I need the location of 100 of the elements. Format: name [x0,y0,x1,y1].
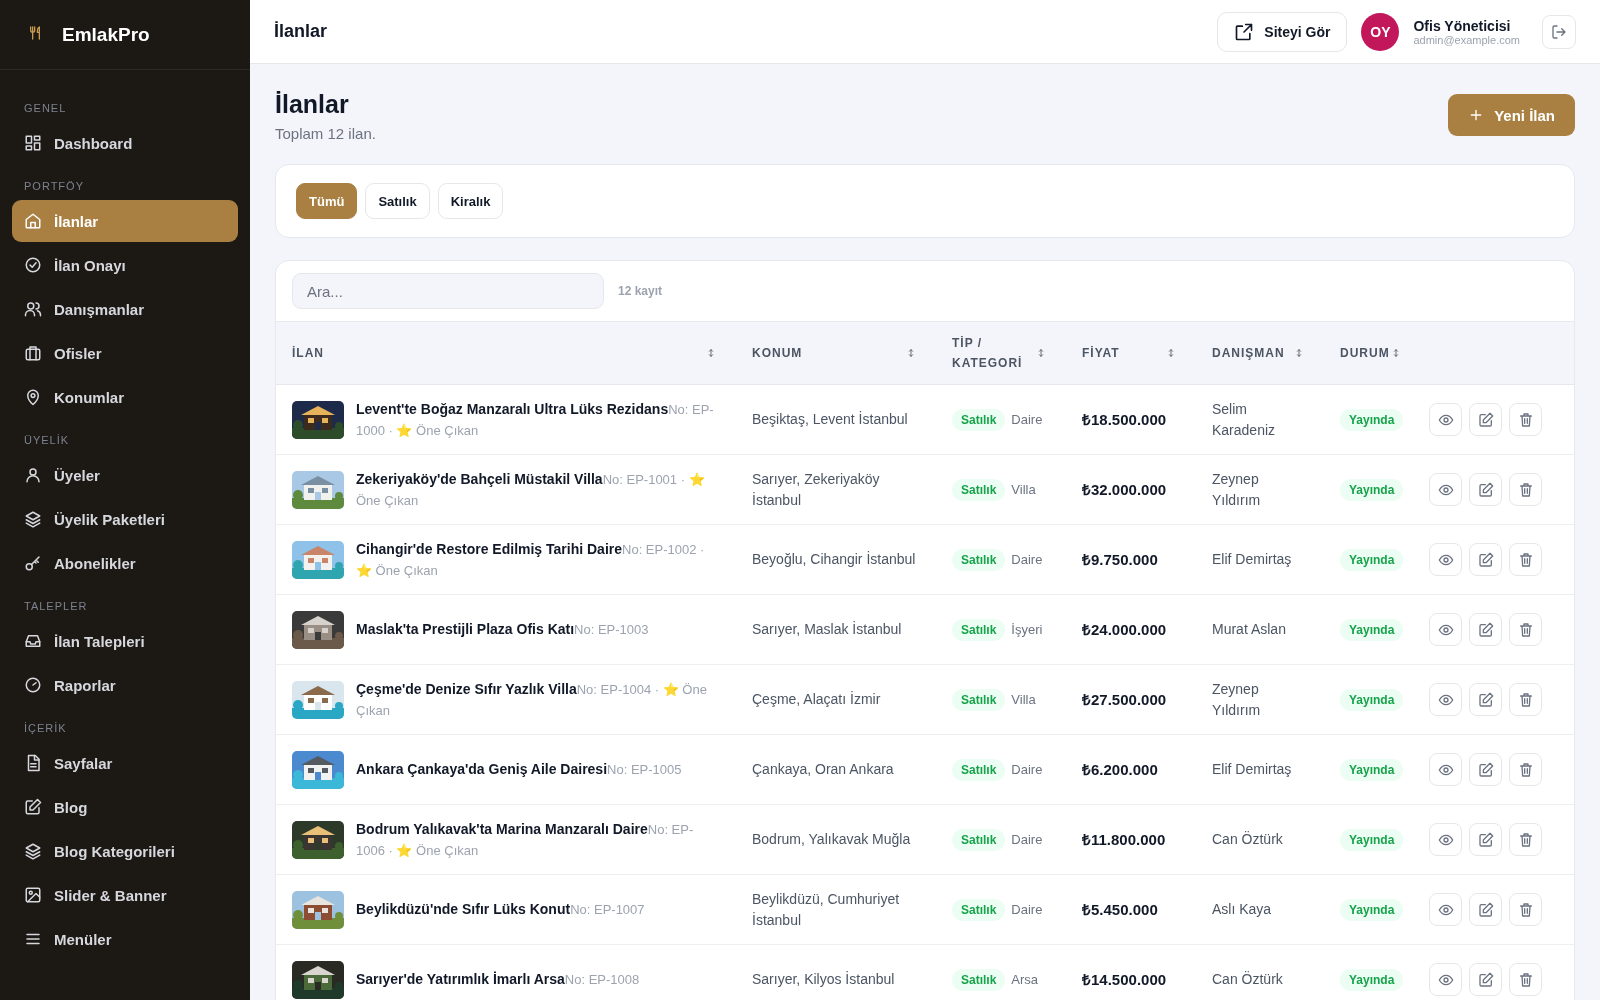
new-listing-button[interactable]: Yeni İlan [1448,94,1575,136]
category-text: Arsa [1011,972,1039,987]
delete-button[interactable] [1509,753,1542,786]
agent-cell-text: Murat Aslan [1211,620,1287,639]
delete-button[interactable] [1509,613,1542,646]
trash-icon [1517,831,1534,848]
edit-button[interactable] [1469,683,1502,716]
edit-button[interactable] [1469,543,1502,576]
sidebar-item[interactable]: İlan Talepleri [12,620,238,662]
location-cell-text: Çankaya, Oran Ankara [751,760,895,779]
delete-button[interactable] [1509,543,1542,576]
pencil-square-icon [1477,901,1494,918]
location-cell-text: Bodrum, Yalıkavak Muğla [751,830,912,849]
delete-button[interactable] [1509,683,1542,716]
layers-icon [24,842,42,860]
sidebar-item[interactable]: Konumlar [12,376,238,418]
category-text: Villa [1011,692,1036,707]
section-heading: TALEPLER [23,599,89,614]
category-text: İşyeri [1011,622,1043,637]
edit-button[interactable] [1469,753,1502,786]
price-text: ₺27.500.000 [1082,690,1167,708]
type-badge: Satılık [952,408,1006,431]
status-badge: Yayında [1340,828,1404,851]
view-button[interactable] [1429,403,1462,436]
location-cell-text: Beyoğlu, Cihangir İstanbul [751,550,917,569]
listing-title[interactable]: Beylikdüzü'nde Sıfır Lüks KonutNo: EP-1007 [356,899,645,920]
sidebar-item[interactable]: Blog [12,786,238,828]
sort-icon [1294,348,1304,358]
view-button[interactable] [1429,963,1462,996]
trash-icon [1517,691,1534,708]
view-button[interactable] [1429,613,1462,646]
listing-title[interactable]: Cihangir'de Restore Edilmiş Tarihi DaireNo: EP-1002 · ⭐ Öne Çıkan [356,538,720,581]
view-site-button[interactable]: Siteyi Gör [1217,11,1348,52]
column-header[interactable]: FİYAT [1082,343,1120,363]
delete-button[interactable] [1509,823,1542,856]
sort-icon [706,348,716,358]
status-badge: Yayında [1340,618,1404,641]
column-header[interactable]: KONUM [752,343,803,363]
view-button[interactable] [1429,823,1462,856]
view-button[interactable] [1429,473,1462,506]
listing-title[interactable]: Ankara Çankaya'da Geniş Aile DairesiNo: EP-1005 [356,759,682,780]
column-header[interactable]: DANIŞMAN [1212,343,1285,363]
check-circle-icon [24,256,42,274]
people-icon [24,300,42,318]
sidebar-item[interactable]: İlan Onayı [12,244,238,286]
edit-button[interactable] [1469,893,1502,926]
trash-icon [1517,411,1534,428]
pencil-square-icon [1477,761,1494,778]
sidebar-item[interactable]: Abonelikler [12,542,238,584]
delete-button[interactable] [1509,403,1542,436]
sidebar-item[interactable]: Raporlar [12,664,238,706]
listing-title[interactable]: Maslak'ta Prestijli Plaza Ofis KatıNo: EP-1003 [356,619,649,640]
image-icon [24,886,42,904]
edit-button[interactable] [1469,473,1502,506]
listing-title[interactable]: Bodrum Yalıkavak'ta Marina Manzaralı DaireNo: EP-1006 · ⭐ Öne Çıkan [356,818,720,861]
view-button[interactable] [1429,683,1462,716]
key-icon [24,554,42,572]
column-header[interactable]: DURUM [1340,343,1390,363]
sidebar-item[interactable]: Ofisler [12,332,238,374]
delete-button[interactable] [1509,963,1542,996]
view-button[interactable] [1429,753,1462,786]
edit-button[interactable] [1469,613,1502,646]
sidebar-item[interactable]: Üyeler [12,454,238,496]
delete-button[interactable] [1509,893,1542,926]
delete-button[interactable] [1509,473,1542,506]
filter-tab[interactable]: Tümü [296,183,358,219]
filter-tab[interactable]: Satılık [365,183,430,219]
category-text: Daire [1011,902,1043,917]
column-header[interactable]: İLAN [292,343,324,363]
edit-button[interactable] [1469,823,1502,856]
view-button[interactable] [1429,543,1462,576]
edit-button[interactable] [1469,403,1502,436]
sidebar-item[interactable]: Menüler [12,918,238,960]
listing-title[interactable]: Sarıyer'de Yatırımlık İmarlı ArsaNo: EP-1008 [356,969,640,990]
trash-icon [1517,761,1534,778]
listing-title[interactable]: Çeşme'de Denize Sıfır Yazlık VillaNo: EP-1004 · ⭐ Öne Çıkan [356,678,720,721]
external-link-icon [1234,21,1255,42]
view-button[interactable] [1429,893,1462,926]
sidebar-item[interactable]: Blog Kategorileri [12,830,238,872]
sidebar-item[interactable]: Danışmanlar [12,288,238,330]
edit-button[interactable] [1469,963,1502,996]
type-badge: Satılık [952,688,1006,711]
category-text: Daire [1011,412,1043,427]
logout-button[interactable] [1542,14,1576,49]
search-field[interactable]: Ara... [292,273,604,309]
pencil-square-icon [1477,481,1494,498]
filter-tab[interactable]: Kiralık [437,183,504,219]
sidebar-item[interactable]: Üyelik Paketleri [12,498,238,540]
sidebar-item[interactable]: Slider & Banner [12,874,238,916]
record-count: 12 kayıt [618,284,663,298]
status-badge: Yayında [1340,968,1404,991]
sidebar-item[interactable]: İlanlar [12,200,238,242]
pencil-square-icon [1477,691,1494,708]
sidebar-item[interactable]: Dashboard [12,122,238,164]
listing-title[interactable]: Zekeriyaköy'de Bahçeli Müstakil VillaNo: EP-1001 · ⭐ Öne Çıkan [356,468,720,511]
price-text: ₺24.000.000 [1082,620,1167,638]
sidebar-item[interactable]: Sayfalar [12,742,238,784]
sort-icon [906,348,916,358]
column-header[interactable]: TİP / KATEGORİ [952,333,1032,373]
listing-title[interactable]: Levent'te Boğaz Manzaralı Ultra Lüks RezidansNo: EP-1000 · ⭐ Öne Çıkan [356,398,720,441]
